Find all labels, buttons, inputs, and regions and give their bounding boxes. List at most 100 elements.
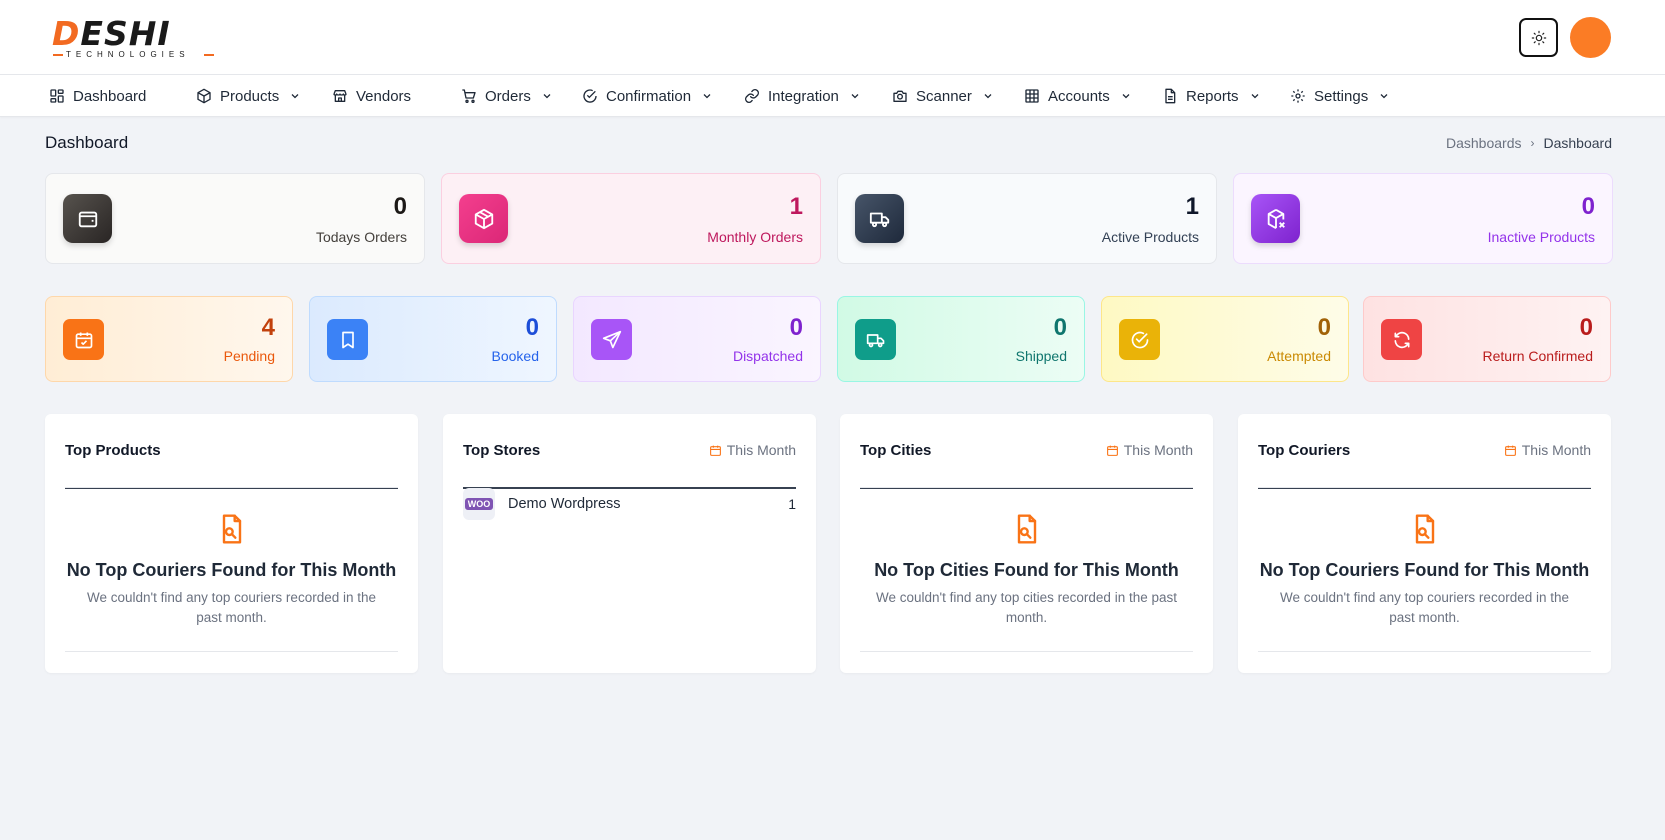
- period-filter[interactable]: This Month: [1504, 442, 1591, 458]
- list-item[interactable]: WOO Demo Wordpress 1: [463, 487, 796, 521]
- status-value: 0: [1579, 314, 1593, 341]
- divider: [1258, 651, 1591, 652]
- empty-state-title: No Top Couriers Found for This Month: [1259, 560, 1590, 580]
- nav-item-vendors[interactable]: Vendors: [332, 75, 411, 117]
- status-label: Attempted: [1267, 348, 1331, 364]
- period-filter-label: This Month: [1521, 442, 1591, 458]
- breadcrumb: Dashboards › Dashboard: [1446, 135, 1612, 151]
- status-value: 0: [789, 314, 803, 341]
- camera-icon: [893, 90, 907, 102]
- status-label: Shipped: [1015, 348, 1067, 364]
- status-card-shipped[interactable]: 0 Shipped: [837, 296, 1085, 382]
- stat-value: 1: [1185, 193, 1199, 220]
- check-circle-icon: [583, 89, 597, 103]
- nav-label: Dashboard: [73, 87, 147, 105]
- nav-item-products[interactable]: Products: [196, 75, 301, 117]
- bookmark-icon: [327, 319, 368, 360]
- stat-label: Todays Orders: [315, 229, 407, 245]
- panel-header: Top Couriers This Month: [1258, 442, 1591, 489]
- nav-label: Settings: [1314, 87, 1369, 105]
- nav-item-accounts[interactable]: Accounts: [1024, 75, 1132, 117]
- nav-item-orders[interactable]: Orders: [461, 75, 553, 117]
- period-filter[interactable]: This Month: [1106, 442, 1193, 458]
- store-count: 1: [788, 496, 796, 512]
- box-icon: [197, 88, 211, 104]
- stat-value: 0: [393, 193, 407, 220]
- woocommerce-badge-text: WOO: [464, 498, 494, 510]
- check-circle-icon: [1119, 319, 1160, 360]
- panel-title: Top Products: [65, 442, 161, 459]
- status-card-pending[interactable]: 4 Pending: [45, 296, 293, 382]
- stat-card-monthly-orders[interactable]: 1 Monthly Orders: [441, 173, 821, 264]
- status-card-attempted[interactable]: 0 Attempted: [1101, 296, 1349, 382]
- box-x-icon: [1251, 194, 1300, 243]
- brand-name: DESHI: [52, 16, 202, 52]
- brand-name-rest: ESHI: [80, 14, 171, 53]
- nav-item-confirmation[interactable]: Confirmation: [582, 75, 713, 117]
- stat-value: 0: [1581, 193, 1595, 220]
- stat-card-todays-orders[interactable]: 0 Todays Orders: [45, 173, 425, 264]
- page-title: Dashboard: [45, 133, 129, 152]
- panel-title: Top Stores: [463, 442, 541, 459]
- chevron-down-icon: [1251, 94, 1258, 99]
- nav-label: Scanner: [916, 87, 972, 105]
- link-icon: [745, 89, 759, 103]
- gear-icon: [1291, 89, 1305, 103]
- panel-header: Top Stores This Month: [463, 442, 796, 489]
- status-card-return-confirmed[interactable]: 0 Return Confirmed: [1363, 296, 1611, 382]
- sun-icon: [1531, 30, 1546, 45]
- nav-label: Orders: [485, 87, 531, 105]
- panel-top-products: Top Products No Top Couriers Found for T…: [45, 414, 418, 673]
- chevron-down-icon: [1122, 94, 1130, 99]
- period-filter-label: This Month: [726, 442, 796, 458]
- status-value: 4: [261, 314, 275, 341]
- truck-icon: [855, 319, 896, 360]
- status-label: Pending: [223, 348, 275, 364]
- chevron-down-icon: [851, 94, 859, 99]
- chevron-right-icon: ›: [1530, 136, 1535, 150]
- nav-label: Reports: [1186, 87, 1239, 105]
- empty-state-title: No Top Cities Found for This Month: [874, 560, 1179, 580]
- truck-icon: [855, 194, 904, 243]
- empty-state-title: No Top Couriers Found for This Month: [66, 560, 397, 580]
- stat-label: Monthly Orders: [707, 229, 803, 245]
- divider: [65, 651, 398, 652]
- status-value: 0: [1053, 314, 1067, 341]
- breadcrumb-parent-link[interactable]: Dashboards: [1446, 135, 1522, 151]
- divider: [860, 487, 1193, 488]
- nav-item-settings[interactable]: Settings: [1290, 75, 1390, 117]
- panel-header: Top Products: [65, 442, 398, 489]
- nav-item-integration[interactable]: Integration: [744, 75, 861, 117]
- calendar-icon: [709, 445, 721, 456]
- status-card-dispatched[interactable]: 0 Dispatched: [573, 296, 821, 382]
- panel-top-couriers: Top Couriers This Month No Top Couriers …: [1238, 414, 1611, 673]
- divider: [65, 487, 398, 488]
- brand-logo[interactable]: DESHI TECHNOLOGIES: [52, 16, 214, 60]
- period-filter[interactable]: This Month: [709, 442, 796, 458]
- stat-label: Inactive Products: [1487, 229, 1595, 245]
- refresh-icon: [1381, 319, 1422, 360]
- status-value: 0: [1317, 314, 1331, 341]
- stat-card-active-products[interactable]: 1 Active Products: [837, 173, 1217, 264]
- nav-item-scanner[interactable]: Scanner: [892, 75, 994, 117]
- stat-card-inactive-products[interactable]: 0 Inactive Products: [1233, 173, 1613, 264]
- theme-toggle-button[interactable]: [1519, 18, 1558, 57]
- top-header: DESHI TECHNOLOGIES: [0, 0, 1665, 75]
- panel-title: Top Couriers: [1258, 442, 1351, 459]
- file-search-icon: [1415, 514, 1434, 544]
- status-label: Dispatched: [732, 348, 803, 364]
- send-icon: [591, 319, 632, 360]
- status-label: Return Confirmed: [1482, 348, 1594, 364]
- nav-item-dashboard[interactable]: Dashboard: [49, 75, 146, 117]
- brand-name-initial: D: [52, 14, 81, 53]
- woocommerce-icon: WOO: [463, 488, 495, 520]
- nav-label: Vendors: [356, 87, 412, 105]
- panel-top-cities: Top Cities This Month No Top Cities Foun…: [840, 414, 1213, 673]
- chevron-down-icon: [1380, 94, 1388, 99]
- dashboard-icon: [50, 89, 64, 103]
- user-avatar[interactable]: [1570, 17, 1611, 58]
- panel-title: Top Cities: [860, 442, 932, 459]
- file-search-icon: [222, 514, 241, 544]
- status-card-booked[interactable]: 0 Booked: [309, 296, 557, 382]
- nav-item-reports[interactable]: Reports: [1162, 75, 1261, 117]
